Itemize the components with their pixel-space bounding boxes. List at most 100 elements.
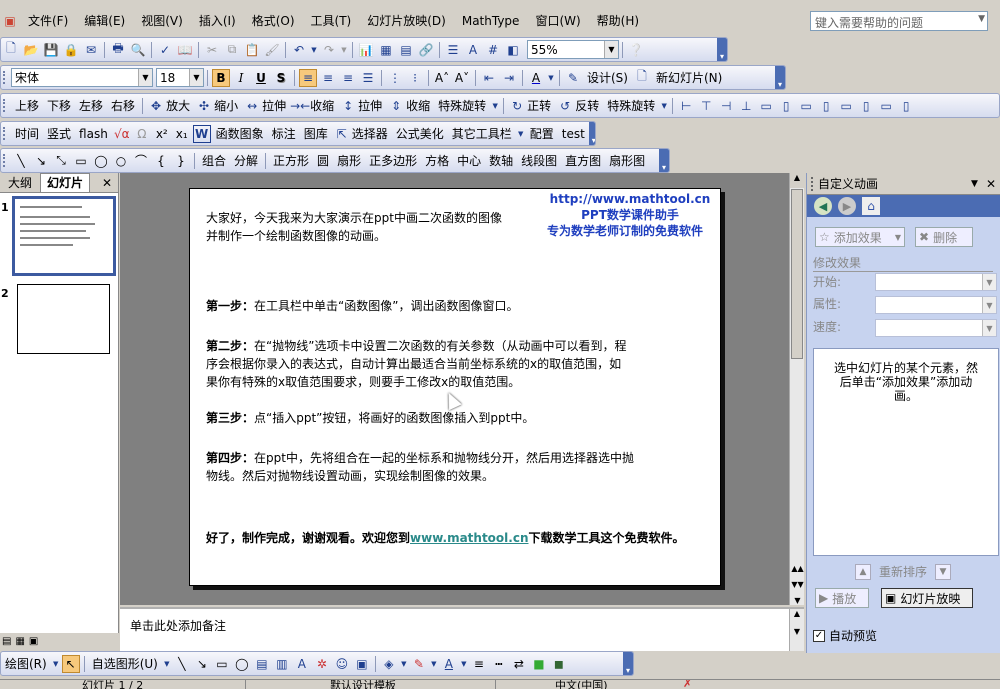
- format-painter-icon[interactable]: 🖌: [263, 41, 281, 59]
- permission-icon[interactable]: 🔒: [62, 41, 80, 59]
- bold-button[interactable]: B: [212, 68, 230, 87]
- align-center-icon[interactable]: ≡: [319, 69, 337, 87]
- decrease-font-icon[interactable]: A˅: [453, 69, 471, 87]
- layer3-icon[interactable]: ▭: [837, 97, 855, 115]
- flip-icon[interactable]: ⊣: [717, 97, 735, 115]
- tab-slides[interactable]: 幻灯片: [40, 173, 91, 192]
- arrow-style-icon[interactable]: ⇄: [510, 655, 528, 673]
- rotate-ccw-button[interactable]: 反转: [575, 97, 603, 115]
- toolbar-grip[interactable]: [3, 98, 8, 113]
- speed-select[interactable]: ▼: [875, 319, 997, 337]
- chevron-down-icon[interactable]: ▼: [982, 274, 996, 290]
- spelling-icon[interactable]: ✓: [156, 41, 174, 59]
- menu-edit[interactable]: 编辑(E): [76, 11, 133, 31]
- chevron-down-icon[interactable]: ▼: [460, 655, 468, 673]
- align-tool-icon[interactable]: ⊢: [677, 97, 695, 115]
- menu-window[interactable]: 窗口(W): [527, 11, 588, 31]
- chevron-down-icon[interactable]: ▼: [138, 69, 152, 86]
- compress-v-button[interactable]: 收缩: [406, 97, 434, 115]
- align-left-icon[interactable]: ≡: [299, 68, 317, 87]
- effect-list[interactable]: 选中幻灯片的某个元素，然 后单击“添加效果”添加动 画。: [813, 348, 999, 556]
- chevron-down-icon[interactable]: ▼: [982, 320, 996, 336]
- print-preview-icon[interactable]: 🔍: [129, 41, 147, 59]
- add-effect-button[interactable]: ☆ 添加效果 ▼: [815, 227, 905, 247]
- vertical-textbox-icon[interactable]: ▥: [273, 655, 291, 673]
- chevron-down-icon[interactable]: ▼: [430, 655, 438, 673]
- spelling-status-icon[interactable]: ✗: [683, 680, 692, 689]
- email-icon[interactable]: ✉: [82, 41, 100, 59]
- fill-color-icon[interactable]: ◈: [380, 655, 398, 673]
- chevron-down-icon[interactable]: ▼: [517, 125, 525, 143]
- grid-button[interactable]: 方格: [421, 152, 453, 170]
- slide-intro-line[interactable]: 大家好，今天我来为大家演示在ppt中画二次函数的图像: [206, 209, 502, 227]
- scroll-down-icon[interactable]: ▼: [790, 596, 805, 605]
- sqrt-icon[interactable]: √α: [113, 125, 131, 143]
- new-icon[interactable]: 🗋: [2, 41, 20, 59]
- increase-font-icon[interactable]: A˄: [433, 69, 451, 87]
- config-button[interactable]: 配置: [526, 125, 558, 143]
- stretch-h-button[interactable]: 拉伸: [262, 97, 290, 115]
- toolbar-overflow-icon[interactable]: ▾: [659, 149, 669, 172]
- slide-step-1[interactable]: 第一步：在工具栏中单击“函数图像”，调出函数图像窗口。: [206, 297, 518, 315]
- selector-button[interactable]: 选择器: [352, 125, 392, 143]
- special-rotate-2-button[interactable]: 特殊旋转: [603, 97, 659, 115]
- chevron-down-icon[interactable]: ▼: [310, 41, 318, 59]
- test-button[interactable]: test: [558, 125, 589, 143]
- menu-mathtype[interactable]: MathType: [454, 11, 528, 31]
- oval-icon[interactable]: ◯: [233, 655, 251, 673]
- slide-step-2[interactable]: 第二步：在“抛物线”选项卡中设置二次函数的有关参数（从动画中可以看到，程 序会根…: [206, 337, 626, 391]
- gallery-button[interactable]: 图库: [300, 125, 332, 143]
- chevron-down-icon[interactable]: ▼: [163, 655, 171, 673]
- move-down-button[interactable]: 下移: [43, 97, 75, 115]
- enlarge-button[interactable]: 放大: [166, 97, 194, 115]
- insert-table-icon[interactable]: ▦: [377, 41, 395, 59]
- current-slide[interactable]: http://www.mathtool.cn PPT数学课件助手 专为数学老师订…: [189, 188, 721, 586]
- distribute-icon[interactable]: ⊤: [697, 97, 715, 115]
- delete-effect-button[interactable]: ✖ 删除: [915, 227, 973, 247]
- chevron-down-icon[interactable]: ▼: [660, 97, 668, 115]
- pie-chart-button[interactable]: 扇形图: [605, 152, 649, 170]
- stretch-v-button[interactable]: 拉伸: [358, 97, 386, 115]
- close-icon[interactable]: ✕: [102, 176, 112, 190]
- new-slide-button[interactable]: 新幻灯片(N): [652, 69, 726, 87]
- rotate-cw-button[interactable]: 正转: [527, 97, 555, 115]
- number-line-button[interactable]: 数轴: [485, 152, 517, 170]
- forward-icon[interactable]: ▶: [838, 197, 856, 215]
- chevron-down-icon[interactable]: ▼: [340, 41, 348, 59]
- notes-scrollbar[interactable]: ▲ ▼: [789, 609, 804, 651]
- zoom-select[interactable]: 55% ▼: [527, 40, 619, 59]
- underline-button[interactable]: U: [252, 69, 270, 87]
- decrease-indent-icon[interactable]: ⇤: [480, 69, 498, 87]
- align-right-icon[interactable]: ≡: [339, 69, 357, 87]
- chevron-down-icon[interactable]: ▼: [400, 655, 408, 673]
- formula-beautify-button[interactable]: 公式美化: [392, 125, 448, 143]
- arrow-icon[interactable]: ↘: [193, 655, 211, 673]
- slide-intro-line[interactable]: 并制作一个绘制函数图像的动画。: [206, 227, 386, 245]
- close-icon[interactable]: ✕: [986, 177, 996, 191]
- rectangle-icon[interactable]: ▭: [72, 152, 90, 170]
- picture-icon[interactable]: ▣: [353, 655, 371, 673]
- diagram-icon[interactable]: ✲: [313, 655, 331, 673]
- ellipse-icon[interactable]: ◯: [92, 152, 110, 170]
- ungroup-button[interactable]: 分解: [230, 152, 262, 170]
- move-left-button[interactable]: 左移: [75, 97, 107, 115]
- brace-left-icon[interactable]: {: [152, 152, 170, 170]
- subscript-button[interactable]: x₁: [172, 125, 192, 143]
- superscript-button[interactable]: x²: [152, 125, 172, 143]
- play-button[interactable]: ▶ 播放: [815, 588, 869, 608]
- slide-step-4[interactable]: 第四步：在ppt中，先将组合在一起的坐标系和抛物线分开，然后用选择器选中抛 物线…: [206, 449, 634, 485]
- line-style-icon[interactable]: ≡: [470, 655, 488, 673]
- autoshapes-menu[interactable]: 自选图形(U): [88, 655, 162, 673]
- tables-borders-icon[interactable]: ▤: [397, 41, 415, 59]
- cut-icon[interactable]: ✂: [203, 41, 221, 59]
- arrange-icon[interactable]: ▭: [757, 97, 775, 115]
- layer-icon[interactable]: ▭: [797, 97, 815, 115]
- annotate-button[interactable]: 标注: [268, 125, 300, 143]
- increase-indent-icon[interactable]: ⇥: [500, 69, 518, 87]
- center-button[interactable]: 中心: [453, 152, 485, 170]
- slideshow-button[interactable]: ▣ 幻灯片放映: [881, 588, 973, 608]
- notes-pane[interactable]: 单击此处添加备注 ▲ ▼: [120, 607, 804, 651]
- textbox-icon[interactable]: ▤: [253, 655, 271, 673]
- 3d-style-icon[interactable]: ◼: [550, 655, 568, 673]
- menu-insert[interactable]: 插入(I): [191, 11, 244, 31]
